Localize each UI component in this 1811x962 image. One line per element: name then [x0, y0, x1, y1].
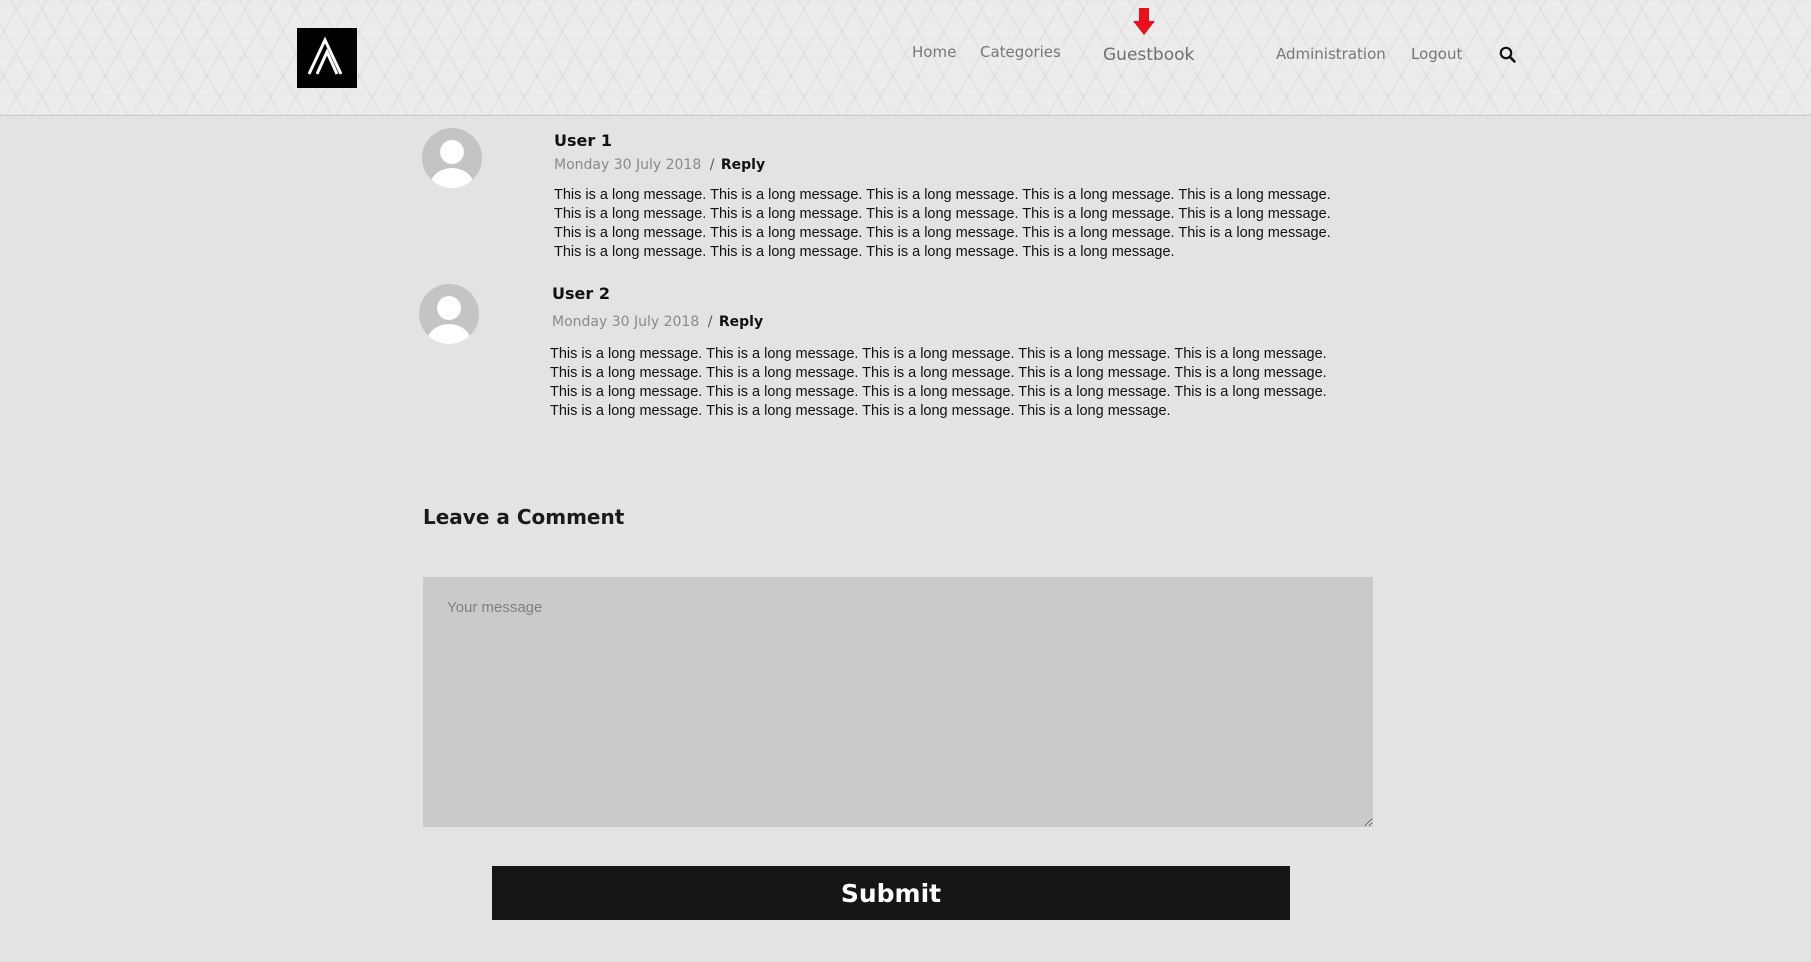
leave-comment-title: Leave a Comment [423, 505, 625, 529]
message-textarea[interactable] [423, 577, 1373, 827]
comment-message: This is a long message. This is a long m… [554, 186, 1344, 262]
nav-guestbook[interactable]: Guestbook [1103, 45, 1194, 65]
message-line: This is a long message. This is a long m… [550, 365, 1327, 381]
arrow-down-icon [1133, 8, 1155, 40]
comment-meta: Monday 30 July 2018 / Reply [552, 314, 763, 330]
reply-link[interactable]: Reply [721, 157, 765, 173]
comment-date: Monday 30 July 2018 [554, 157, 702, 173]
nav-logout[interactable]: Logout [1411, 45, 1462, 63]
nav-administration[interactable]: Administration [1276, 45, 1386, 63]
message-line: This is a long message. This is a long m… [554, 225, 1331, 241]
comment-date: Monday 30 July 2018 [552, 314, 700, 330]
comment-message: This is a long message. This is a long m… [550, 345, 1340, 421]
meta-separator: / [709, 157, 715, 173]
reply-link[interactable]: Reply [719, 314, 763, 330]
nav-home[interactable]: Home [912, 43, 956, 61]
message-line: This is a long message. This is a long m… [550, 403, 1171, 419]
comment-meta: Monday 30 July 2018 / Reply [554, 157, 765, 173]
search-icon[interactable] [1499, 46, 1517, 68]
message-line: This is a long message. This is a long m… [550, 346, 1327, 362]
comment-author: User 1 [554, 131, 612, 150]
message-line: This is a long message. This is a long m… [554, 206, 1331, 222]
logo-icon[interactable] [297, 28, 357, 88]
submit-button[interactable]: Submit [492, 866, 1290, 920]
meta-separator: / [707, 314, 713, 330]
site-header: Home Categories Guestbook Administration… [0, 0, 1811, 116]
nav-categories[interactable]: Categories [980, 43, 1061, 61]
message-line: This is a long message. This is a long m… [554, 187, 1331, 203]
message-line: This is a long message. This is a long m… [550, 384, 1327, 400]
user-avatar-icon [419, 284, 479, 344]
user-avatar-icon [422, 128, 482, 188]
message-line: This is a long message. This is a long m… [554, 244, 1175, 260]
comment-author: User 2 [552, 284, 610, 303]
